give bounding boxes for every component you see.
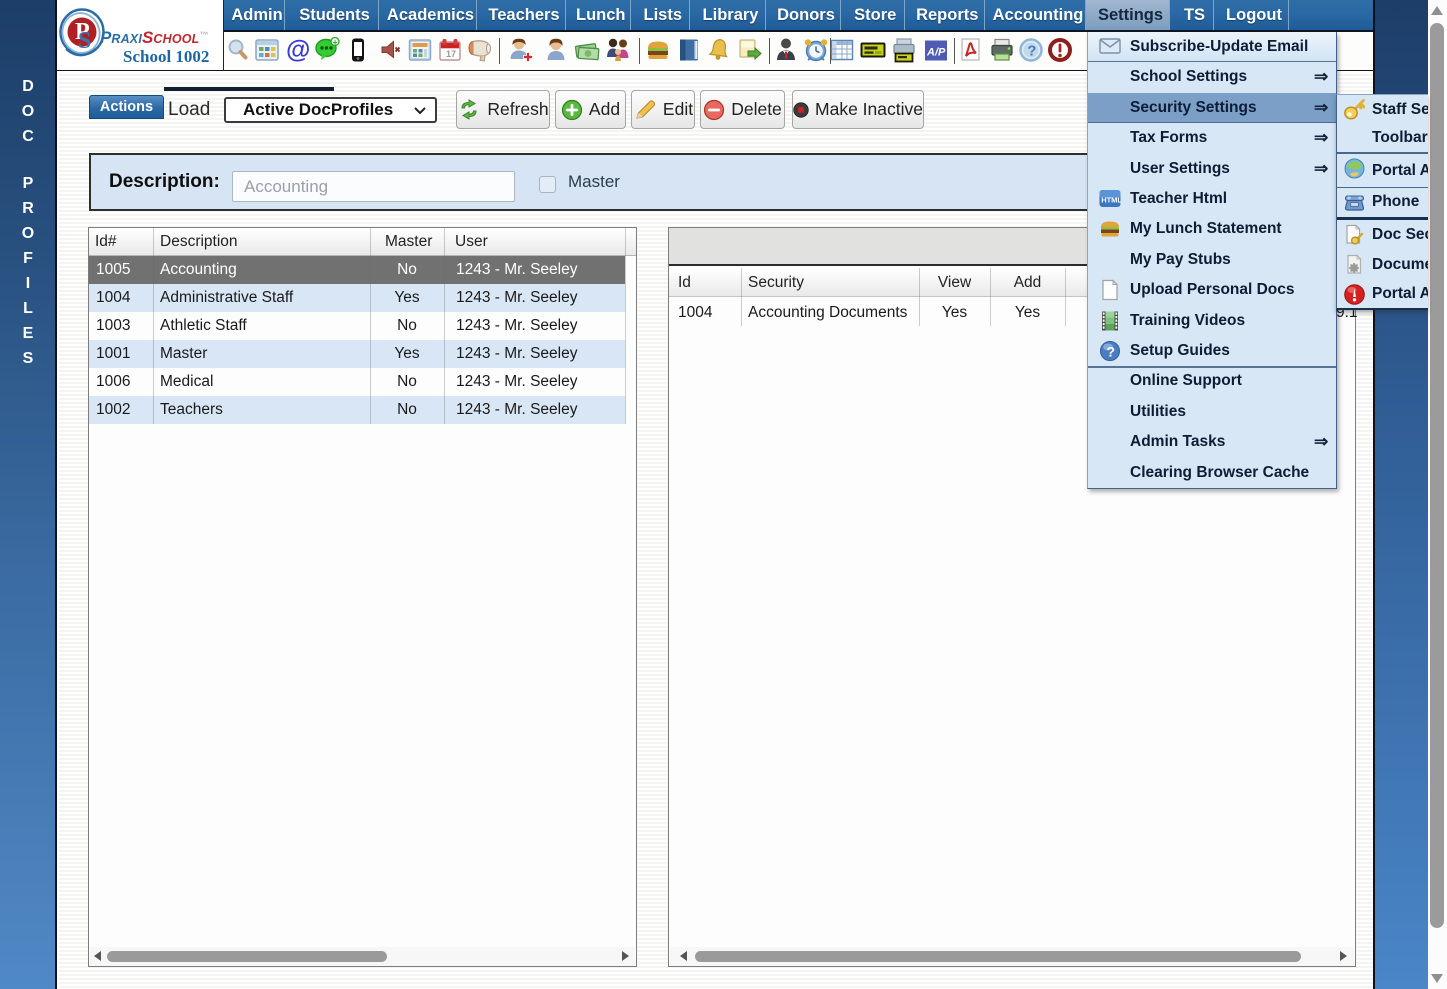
svg-text:?: ? [1107,344,1116,360]
svg-text:S: S [78,28,91,54]
svg-text:17: 17 [446,49,456,59]
svg-text:@: @ [286,37,310,63]
svg-text:+: + [333,38,338,47]
svg-text:A/P: A/P [926,47,946,59]
svg-text:HTML: HTML [1101,196,1121,205]
svg-text:?: ? [1027,43,1036,60]
